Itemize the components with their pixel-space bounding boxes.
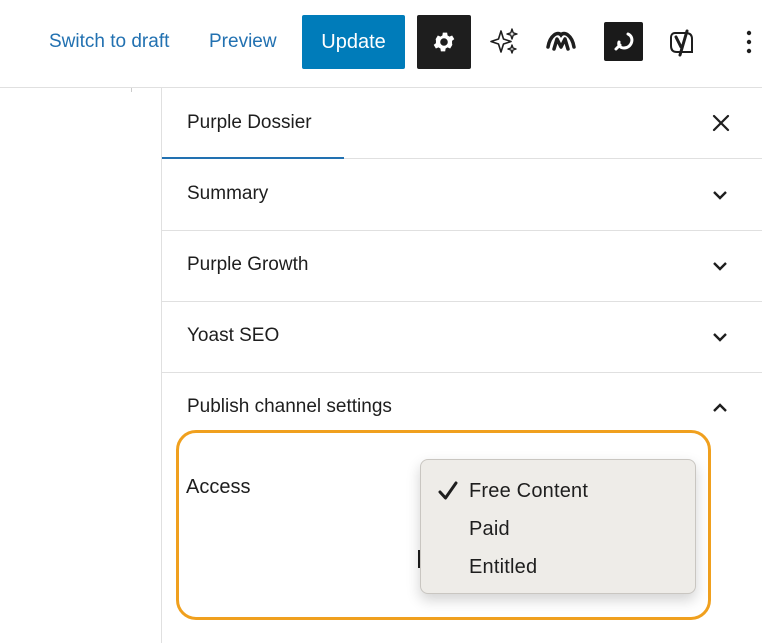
more-vertical-icon <box>746 30 752 54</box>
update-button[interactable]: Update <box>302 15 405 69</box>
preview-button[interactable]: Preview <box>209 28 277 56</box>
panel-title: Purple Growth <box>187 254 309 275</box>
panel-title: Publish channel settings <box>187 396 392 417</box>
j-logo-icon <box>614 32 633 50</box>
panel-yoast-seo[interactable]: Yoast SEO <box>162 301 762 373</box>
option-label: Entitled <box>469 556 538 578</box>
w-plugin-button[interactable] <box>539 20 583 64</box>
yoast-icon <box>670 29 693 57</box>
panel-title: Summary <box>187 183 269 204</box>
access-label: Access <box>186 476 251 498</box>
j-plugin-button[interactable] <box>604 22 643 61</box>
gear-icon <box>433 32 455 52</box>
yoast-button[interactable] <box>660 20 704 64</box>
settings-button[interactable] <box>417 15 471 69</box>
option-free-content[interactable]: Free Content <box>421 472 695 508</box>
checkmark-icon <box>438 481 458 500</box>
chevron-down-icon <box>706 181 734 209</box>
option-entitled[interactable]: Entitled <box>421 548 695 584</box>
close-sidebar-button[interactable] <box>706 108 736 138</box>
switch-to-draft-button[interactable]: Switch to draft <box>49 28 169 56</box>
w-logo-icon <box>546 31 576 51</box>
ai-sparkles-button[interactable] <box>482 20 526 64</box>
close-icon <box>712 114 730 132</box>
chevron-down-icon <box>706 323 734 351</box>
chevron-down-icon <box>706 252 734 280</box>
sparkles-icon <box>490 28 518 54</box>
panel-summary[interactable]: Summary <box>162 159 762 231</box>
option-paid[interactable]: Paid <box>421 510 695 546</box>
chevron-up-icon <box>706 394 734 422</box>
access-dropdown-menu: Free Content Paid Entitled <box>420 459 696 594</box>
tab-purple-dossier[interactable]: Purple Dossier <box>162 88 344 159</box>
more-options-button[interactable] <box>736 20 762 64</box>
tab-label: Purple Dossier <box>187 112 312 133</box>
canvas-edge <box>131 88 132 92</box>
panel-purple-growth[interactable]: Purple Growth <box>162 230 762 302</box>
option-label: Paid <box>469 518 510 540</box>
panel-title: Yoast SEO <box>187 325 280 346</box>
option-label: Free Content <box>469 480 589 502</box>
top-toolbar: Switch to draft Preview Update <box>0 0 762 88</box>
sidebar-header: Purple Dossier <box>162 88 762 159</box>
